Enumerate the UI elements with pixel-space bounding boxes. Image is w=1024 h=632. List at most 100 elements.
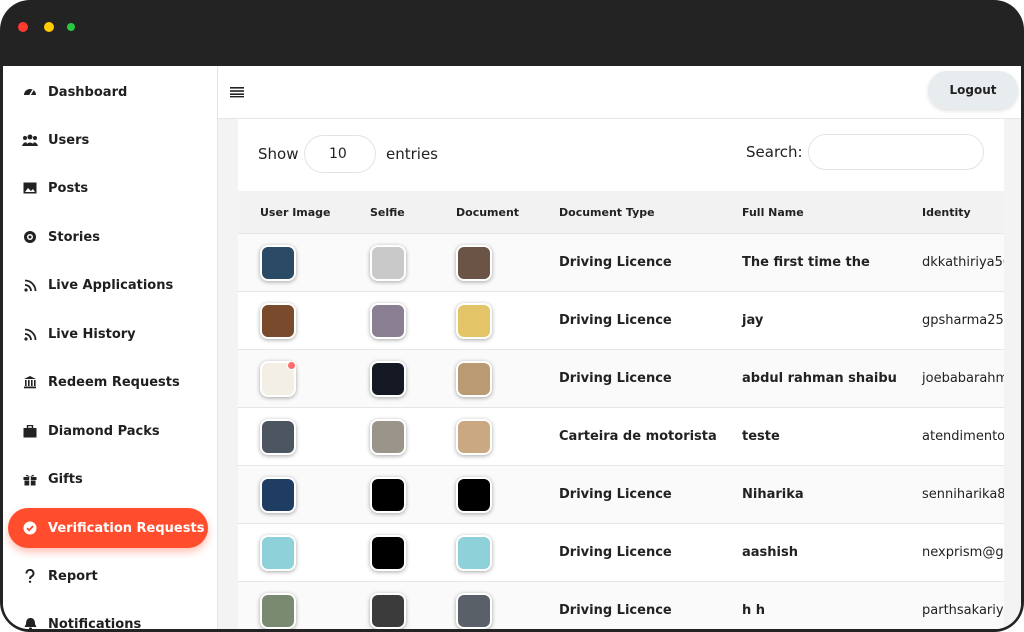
window-titlebar — [0, 0, 1024, 66]
briefcase-icon — [22, 423, 38, 439]
document-thumbnail[interactable] — [456, 476, 492, 513]
entries-per-page-select[interactable] — [304, 135, 376, 173]
entries-label: entries — [386, 145, 438, 163]
minimize-window-button[interactable] — [44, 22, 54, 32]
user-image-thumbnail[interactable] — [260, 360, 296, 397]
user-image-thumbnail[interactable] — [260, 302, 296, 339]
document-thumbnail[interactable] — [456, 418, 492, 455]
identity-cell: senniharika871@ — [900, 465, 1004, 524]
sidebar-item-label: Redeem Requests — [48, 374, 180, 390]
column-header-full-name[interactable]: Full Name — [720, 191, 900, 234]
selfie-thumbnail[interactable] — [370, 302, 406, 339]
document-thumbnail[interactable] — [456, 360, 492, 397]
sidebar-item-users[interactable]: Users — [8, 120, 208, 160]
table-cell — [434, 465, 537, 524]
sidebar-item-label: Stories — [48, 229, 100, 245]
column-header-identity[interactable]: Identity — [900, 191, 1004, 234]
user-image-thumbnail[interactable] — [260, 534, 296, 571]
table-cell — [434, 523, 537, 582]
selfie-thumbnail[interactable] — [370, 360, 406, 397]
sidebar-item-diamond-packs[interactable]: Diamond Packs — [8, 411, 208, 451]
sidebar-item-label: Live Applications — [48, 277, 174, 293]
verification-table-card: Show entries Search: User Image Selfie — [238, 119, 1004, 629]
table-row: Driving Licence The first time the dkkathi… — [238, 233, 1004, 292]
top-bar: Logout — [218, 66, 1021, 119]
column-header-document-type[interactable]: Document Type — [537, 191, 720, 234]
search-label: Search: — [746, 143, 803, 161]
sidebar-item-live-applications[interactable]: Live Applications — [8, 265, 208, 305]
full-name-cell: h h — [720, 581, 900, 629]
table-row: Driving LicenceNiharikasenniharika871@ — [238, 465, 1004, 524]
verification-requests-table: User Image Selfie Document Document Type… — [238, 191, 1004, 629]
target-icon — [22, 229, 38, 245]
sidebar-item-redeem-requests[interactable]: Redeem Requests — [8, 362, 208, 402]
column-header-selfie[interactable]: Selfie — [348, 191, 434, 234]
main-content: Show entries Search: User Image Selfie — [218, 119, 1021, 629]
sidebar-item-label: Users — [48, 132, 90, 148]
document-thumbnail[interactable] — [456, 592, 492, 629]
sidebar-item-dashboard[interactable]: Dashboard — [8, 72, 208, 112]
document-type-cell: Carteira de motorista — [537, 407, 720, 466]
document-thumbnail[interactable] — [456, 302, 492, 339]
sidebar-item-gifts[interactable]: Gifts — [8, 459, 208, 499]
table-cell — [238, 465, 348, 524]
user-image-thumbnail[interactable] — [260, 592, 296, 629]
table-row: Driving Licenceaashishnexprism@gma — [238, 523, 1004, 582]
document-thumbnail[interactable] — [456, 244, 492, 281]
user-image-thumbnail[interactable] — [260, 476, 296, 513]
sidebar-item-posts[interactable]: Posts — [8, 168, 208, 208]
identity-cell: joebabarahmar — [900, 349, 1004, 408]
full-name-cell: Niharika — [720, 465, 900, 524]
rss-icon — [22, 326, 38, 342]
sidebar-item-stories[interactable]: Stories — [8, 217, 208, 257]
sidebar-item-label: Notifications — [48, 616, 142, 630]
document-type-cell: Driving Licence — [537, 233, 720, 292]
sidebar-item-live-history[interactable]: Live History — [8, 314, 208, 354]
table-cell — [238, 523, 348, 582]
selfie-thumbnail[interactable] — [370, 534, 406, 571]
search-input[interactable] — [808, 134, 984, 170]
rss-icon — [22, 277, 38, 293]
user-image-thumbnail[interactable] — [260, 418, 296, 455]
sidebar-item-label: Gifts — [48, 471, 83, 487]
question-icon — [22, 568, 38, 584]
sidebar-item-label: Dashboard — [48, 84, 128, 100]
sidebar-item-notifications[interactable]: Notifications — [8, 604, 208, 629]
selfie-thumbnail[interactable] — [370, 476, 406, 513]
table-cell — [434, 233, 537, 292]
table-cell — [238, 349, 348, 408]
table-row: Driving Licenceh hparthsakariya9 — [238, 581, 1004, 629]
bank-icon — [22, 374, 38, 390]
table-cell — [434, 407, 537, 466]
table-cell — [434, 291, 537, 350]
logout-button[interactable]: Logout — [928, 71, 1018, 109]
sidebar-item-label: Report — [48, 568, 98, 584]
selfie-thumbnail[interactable] — [370, 418, 406, 455]
sidebar-item-report[interactable]: Report — [8, 556, 208, 596]
identity-cell: gpsharma2538 — [900, 291, 1004, 350]
user-image-thumbnail[interactable] — [260, 244, 296, 281]
sidebar-item-verification-requests[interactable]: Verification Requests — [8, 508, 208, 548]
column-header-document[interactable]: Document — [434, 191, 537, 234]
full-name-cell: The first time the — [720, 233, 900, 292]
table-cell — [348, 465, 434, 524]
bell-icon — [22, 616, 38, 629]
document-thumbnail[interactable] — [456, 534, 492, 571]
selfie-thumbnail[interactable] — [370, 244, 406, 281]
maximize-window-button[interactable] — [67, 23, 75, 31]
close-window-button[interactable] — [18, 22, 28, 32]
table-cell — [348, 233, 434, 292]
app-window: Dashboard Users Posts Stories Live Applicati… — [0, 0, 1024, 632]
selfie-thumbnail[interactable] — [370, 592, 406, 629]
sidebar-item-label: Diamond Packs — [48, 423, 160, 439]
column-header-user-image[interactable]: User Image — [238, 191, 348, 234]
full-name-cell: jay — [720, 291, 900, 350]
dashboard-icon — [22, 84, 38, 100]
full-name-cell: abdul rahman shaibu — [720, 349, 900, 408]
full-name-cell: aashish — [720, 523, 900, 582]
identity-cell: parthsakariya9 — [900, 581, 1004, 629]
menu-icon[interactable] — [230, 86, 244, 98]
image-icon — [22, 180, 38, 196]
table-cell — [434, 349, 537, 408]
identity-cell: dkkathiriya50@ — [900, 233, 1004, 292]
